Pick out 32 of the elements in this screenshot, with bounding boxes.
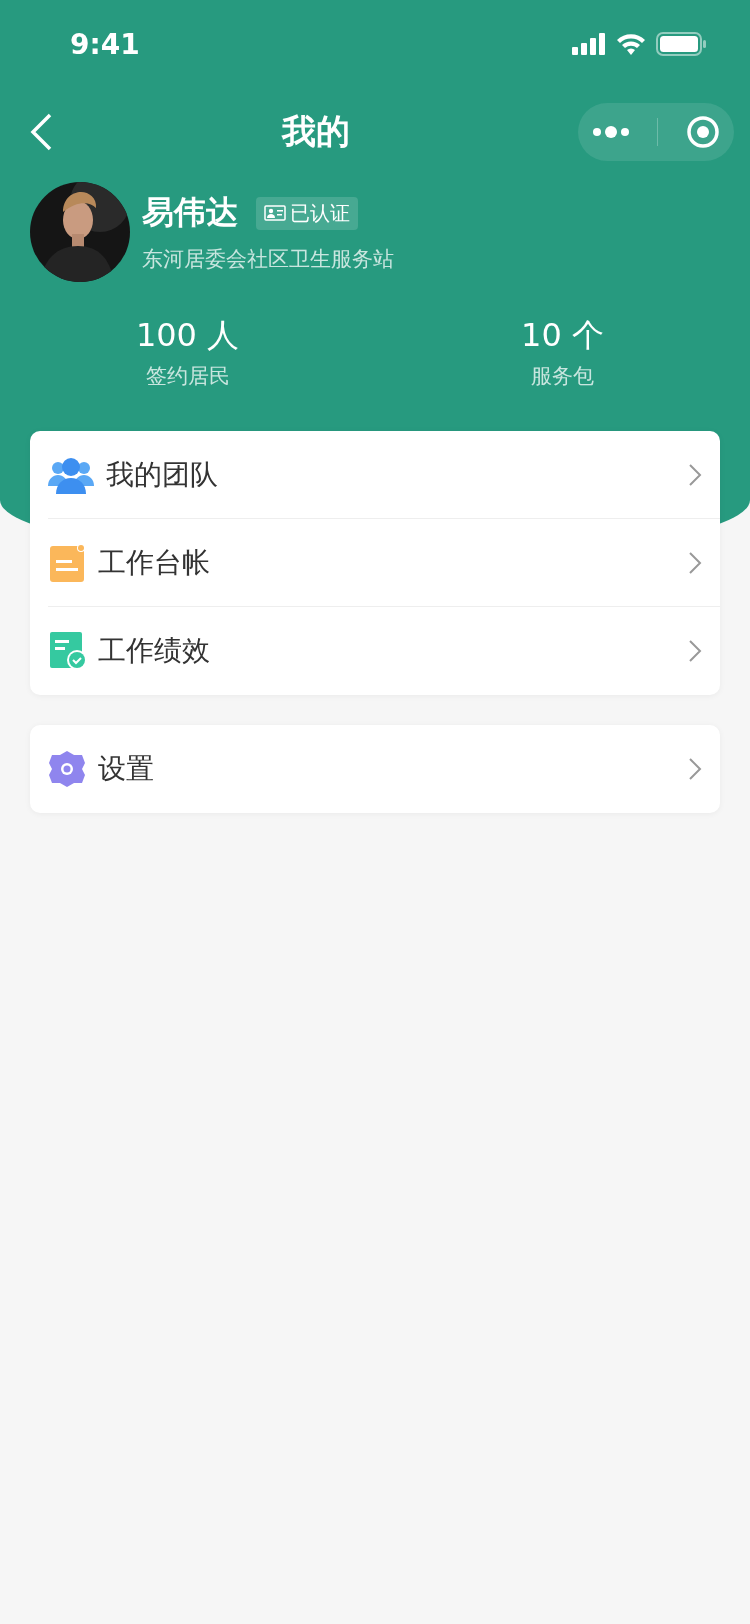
more-button[interactable] <box>591 126 630 138</box>
chevron-icon <box>688 462 702 487</box>
page-title: 我的 <box>282 110 350 153</box>
battery-icon <box>656 32 706 56</box>
wifi-icon <box>616 33 646 55</box>
menu-item[interactable]: 设置 <box>48 725 720 813</box>
chevron-icon <box>688 550 702 575</box>
chevron-icon <box>688 757 702 781</box>
organization-name: 东河居委会社区卫生服务站 <box>142 246 394 273</box>
menu-label: 工作台帐 <box>98 544 211 581</box>
close-button[interactable] <box>686 115 721 149</box>
menu-label: 工作绩效 <box>98 633 211 669</box>
user-name: 易伟达 <box>142 192 238 233</box>
status-time: 9:41 <box>70 27 140 61</box>
stat-label: 签约居民 <box>145 363 230 390</box>
back-button[interactable] <box>28 112 54 152</box>
menu-item[interactable]: 工作台帐 <box>48 519 720 607</box>
menu-label: 我的团队 <box>106 456 219 493</box>
menu-label: 设置 <box>98 751 155 787</box>
menu-item[interactable]: 我的团队 <box>48 431 720 519</box>
id-card-icon <box>264 205 286 221</box>
signal-icon <box>572 33 606 55</box>
stat-value: 10 个 <box>521 315 604 356</box>
menu-item[interactable]: 工作绩效 <box>48 607 720 695</box>
stat-label: 服务包 <box>531 363 594 390</box>
stat-value: 100 人 <box>135 315 240 356</box>
document-icon <box>48 543 86 582</box>
checked-document-icon <box>48 632 86 670</box>
gear-icon <box>48 750 86 788</box>
chevron-icon <box>688 639 702 663</box>
badge-text: 已认证 <box>290 199 350 227</box>
people-icon <box>48 455 94 494</box>
